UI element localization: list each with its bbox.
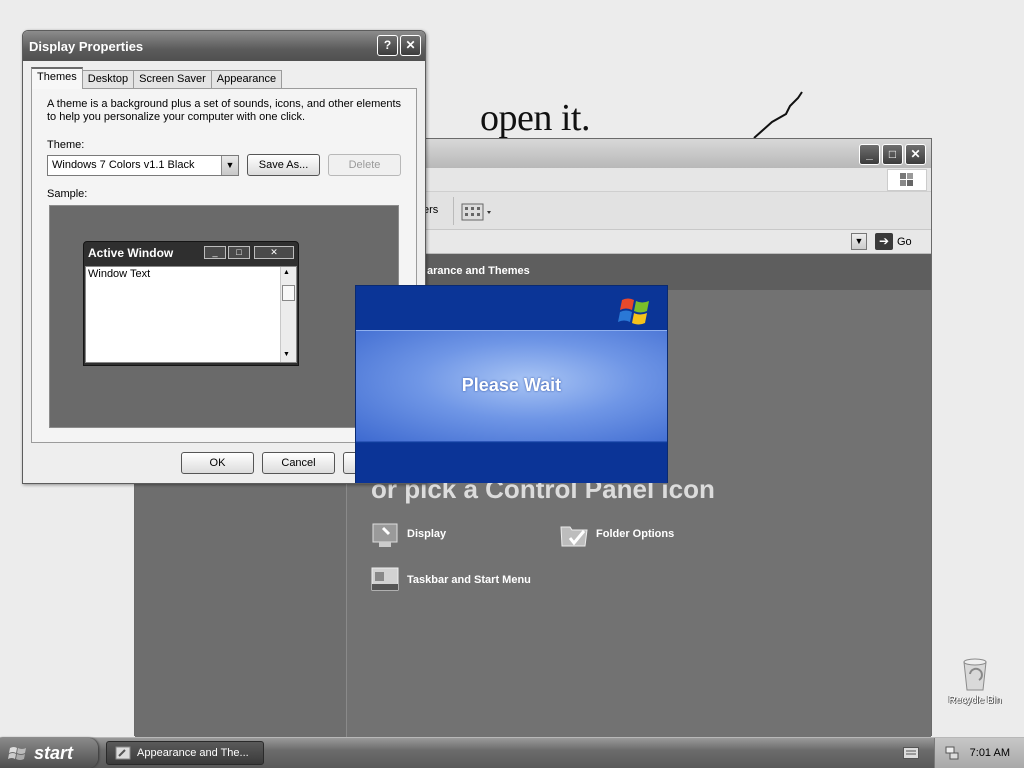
splash-top-band bbox=[356, 286, 667, 330]
cancel-button[interactable]: Cancel bbox=[262, 452, 335, 474]
system-tray: 7:01 AM bbox=[934, 738, 1024, 768]
toolbar-divider bbox=[453, 197, 454, 225]
taskbar-start-link[interactable]: Taskbar and Start Menu bbox=[369, 564, 531, 596]
address-dropdown-button[interactable]: ▼ bbox=[851, 233, 867, 250]
please-wait-text: Please Wait bbox=[461, 375, 562, 395]
preview-minimize-icon: _ bbox=[204, 246, 226, 259]
start-button[interactable]: start bbox=[0, 738, 98, 768]
recycle-bin-icon bbox=[963, 658, 987, 691]
start-label: start bbox=[34, 742, 74, 763]
taskbar: start Appearance and The... 7:01 AM bbox=[0, 737, 1024, 768]
clock[interactable]: 7:01 AM bbox=[970, 747, 1010, 759]
chevron-down-icon[interactable]: ▼ bbox=[221, 156, 238, 175]
preview-active-window: Active Window _ □ ✕ Window Text ▲ ▼ bbox=[83, 241, 299, 366]
dialog-tabs: Themes Desktop Screen Saver Appearance bbox=[31, 67, 283, 89]
views-grid-icon bbox=[461, 203, 491, 221]
windows-flag-icon bbox=[8, 747, 26, 760]
theme-select[interactable]: Windows 7 Colors v1.1 Black ▼ bbox=[47, 155, 239, 176]
dialog-close-button[interactable]: ✕ bbox=[400, 35, 421, 56]
please-wait-splash: Please Wait bbox=[355, 285, 668, 483]
scroll-up-icon: ▲ bbox=[283, 269, 290, 276]
scroll-down-icon: ▼ bbox=[283, 351, 290, 358]
theme-label: Theme: bbox=[47, 139, 85, 151]
display-icon bbox=[372, 523, 398, 547]
go-arrow-icon: ➔ bbox=[875, 233, 893, 250]
themes-description: A theme is a background plus a set of so… bbox=[47, 98, 402, 123]
help-button[interactable]: ? bbox=[377, 35, 398, 56]
folder-options-link[interactable]: Folder Options bbox=[558, 518, 674, 550]
ok-button[interactable]: OK bbox=[181, 452, 254, 474]
save-as-button[interactable]: Save As... bbox=[247, 154, 320, 176]
taskbar-item-appearance[interactable]: Appearance and The... bbox=[106, 741, 264, 765]
splash-bottom-band bbox=[356, 443, 667, 483]
desktop-handwriting: open it. bbox=[480, 97, 590, 139]
preview-close-icon: ✕ bbox=[254, 246, 294, 259]
tab-themes[interactable]: Themes bbox=[31, 67, 83, 89]
preview-window-text: Window Text bbox=[88, 268, 151, 280]
desktop-pen-stroke bbox=[753, 91, 803, 139]
sample-label: Sample: bbox=[47, 188, 88, 200]
folder-options-icon bbox=[560, 526, 588, 547]
taskbar-start-icon bbox=[371, 567, 399, 591]
views-button[interactable] bbox=[461, 202, 495, 222]
delete-button[interactable]: Delete bbox=[328, 154, 401, 176]
tab-desktop[interactable]: Desktop bbox=[81, 70, 135, 89]
theme-sample-preview: Active Window _ □ ✕ Window Text ▲ ▼ bbox=[49, 205, 399, 428]
preview-window-body: Window Text ▲ ▼ bbox=[85, 266, 297, 363]
tab-screen-saver[interactable]: Screen Saver bbox=[133, 70, 212, 89]
display-link[interactable]: Display bbox=[369, 518, 446, 550]
preview-scrollbar: ▲ ▼ bbox=[280, 267, 296, 362]
go-button[interactable]: ➔ Go bbox=[875, 233, 912, 250]
tab-appearance[interactable]: Appearance bbox=[210, 70, 283, 89]
control-panel-icon bbox=[115, 746, 131, 760]
maximize-button[interactable]: □ bbox=[882, 144, 903, 165]
minimize-button[interactable]: _ bbox=[859, 144, 880, 165]
keyboard-icon[interactable] bbox=[903, 747, 919, 762]
recycle-bin-shortcut[interactable]: Recycle Bin bbox=[944, 656, 1006, 706]
preview-window-title: Active Window bbox=[88, 246, 174, 260]
dialog-titlebar[interactable]: Display Properties ? ✕ bbox=[23, 31, 425, 61]
recycle-bin-label: Recycle Bin bbox=[948, 695, 1002, 706]
network-icon[interactable] bbox=[944, 745, 960, 761]
windows-logo-icon bbox=[887, 169, 927, 191]
windows-flag-icon bbox=[618, 298, 649, 325]
dialog-title: Display Properties bbox=[29, 39, 144, 54]
scroll-thumb bbox=[282, 285, 295, 301]
preview-maximize-icon: □ bbox=[228, 246, 250, 259]
close-button[interactable]: ✕ bbox=[905, 144, 926, 165]
